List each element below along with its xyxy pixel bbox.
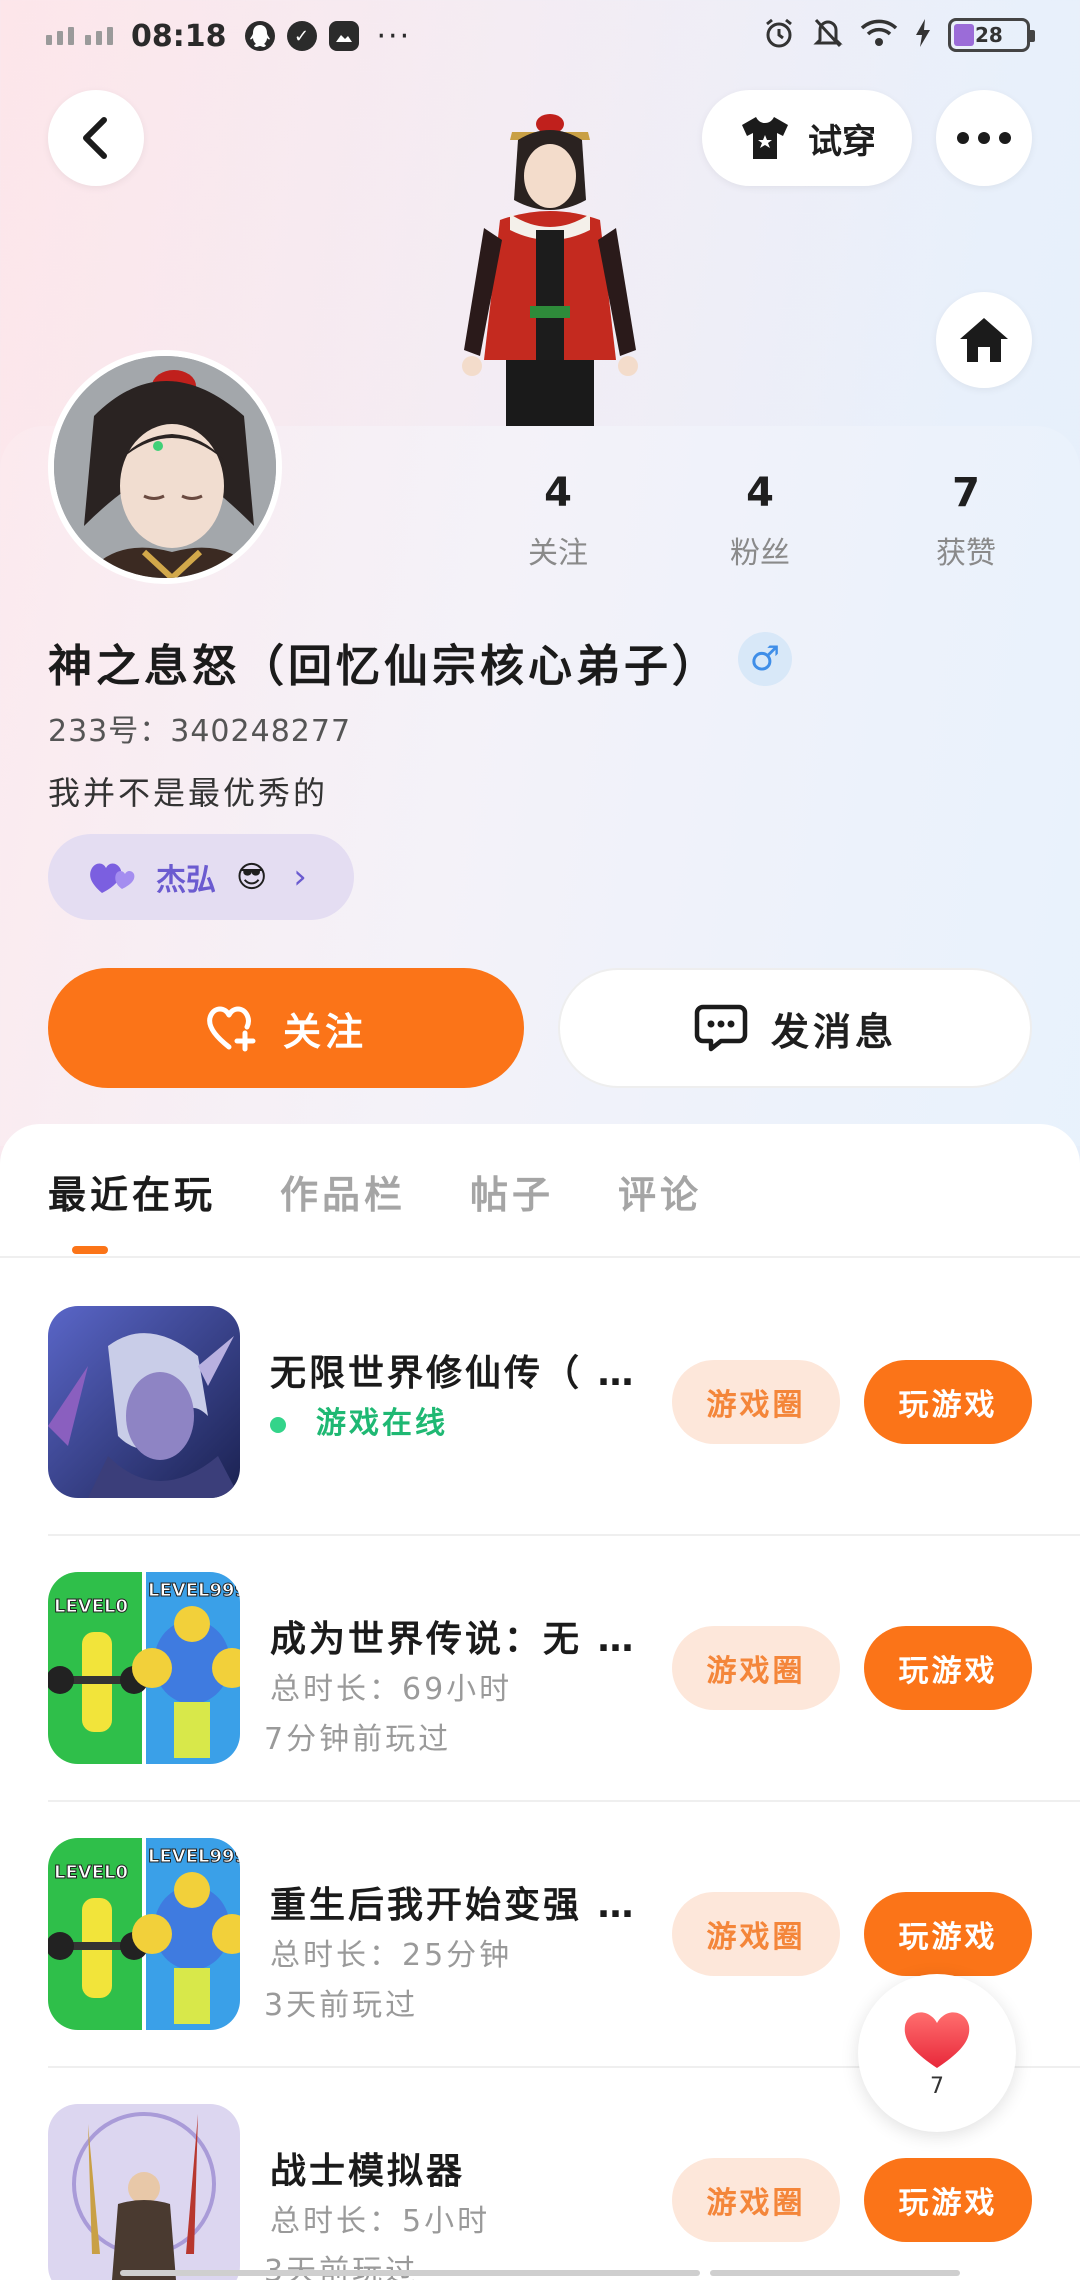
more-button[interactable] bbox=[936, 90, 1032, 186]
follow-label: 关注 bbox=[282, 1009, 367, 1054]
play-game-button[interactable]: 玩游戏 bbox=[864, 2158, 1032, 2242]
message-label: 发消息 bbox=[770, 1009, 897, 1054]
tab-comments[interactable]: 评论 bbox=[618, 1164, 702, 1254]
user-id[interactable]: 233号：340248277 bbox=[48, 706, 351, 750]
charging-icon bbox=[914, 18, 932, 52]
game-circle-button[interactable]: 游戏圈 bbox=[672, 2158, 840, 2242]
battery-icon: 28 bbox=[948, 18, 1035, 52]
like-count: 7 bbox=[930, 2073, 944, 2099]
shirt-icon bbox=[742, 117, 788, 159]
double-heart-icon bbox=[90, 863, 135, 893]
tab-recently-played[interactable]: 最近在玩 bbox=[48, 1164, 216, 1254]
row-divider bbox=[48, 1800, 1080, 1802]
signal-icon bbox=[46, 27, 113, 45]
send-message-button[interactable]: 发消息 bbox=[558, 968, 1032, 1088]
nickname: 神之息怒（回忆仙宗核心弟子） bbox=[48, 641, 720, 692]
gesture-bar bbox=[120, 2270, 960, 2276]
game-circle-button[interactable]: 游戏圈 bbox=[672, 1626, 840, 1710]
chat-bubble-icon bbox=[694, 1004, 748, 1052]
tab-works[interactable]: 作品栏 bbox=[280, 1164, 406, 1254]
check-circle-icon: ✓ bbox=[286, 21, 317, 51]
active-tab-indicator bbox=[72, 1246, 108, 1254]
tab-bar: 最近在玩 作品栏 帖子 评论 bbox=[48, 1164, 766, 1254]
online-dot-icon bbox=[270, 1416, 286, 1433]
mute-icon bbox=[812, 16, 844, 54]
game-title: 无限世界修仙传（ … bbox=[270, 1353, 637, 1394]
game-row[interactable]: LEVEL0 LEVEL999 成为世界传说：无 … 总时长：69小时 7分钟前… bbox=[48, 1572, 1080, 1838]
game-last-played: 3天前玩过 bbox=[264, 1988, 419, 2023]
play-game-button[interactable]: 玩游戏 bbox=[864, 1360, 1032, 1444]
gallery-icon bbox=[328, 21, 359, 51]
followers-stat[interactable]: 4 粉丝 bbox=[690, 470, 830, 572]
qq-icon bbox=[244, 21, 275, 51]
game-title: 成为世界传说：无 … bbox=[270, 1619, 637, 1660]
game-icon-2: LEVEL0 LEVEL999 bbox=[48, 1572, 240, 1764]
tab-posts[interactable]: 帖子 bbox=[470, 1164, 554, 1254]
following-stat[interactable]: 4 关注 bbox=[488, 470, 628, 572]
likes-label: 获赞 bbox=[936, 536, 996, 571]
followers-label: 粉丝 bbox=[730, 536, 790, 571]
game-icon-1 bbox=[48, 1306, 240, 1498]
likes-stat[interactable]: 7 获赞 bbox=[896, 470, 1036, 572]
game-icon-3: LEVEL0 LEVEL999 bbox=[48, 1838, 240, 2030]
svg-text:LEVEL999: LEVEL999 bbox=[148, 1580, 240, 1601]
status-bar: 08:18 ✓ ··· 28 bbox=[0, 0, 1080, 72]
stats-row: 4 关注 4 粉丝 7 获赞 bbox=[0, 470, 1080, 572]
sunglasses-emoji: 😎 bbox=[236, 859, 268, 895]
svg-text:LEVEL0: LEVEL0 bbox=[54, 1862, 128, 1883]
heart-plus-icon bbox=[207, 1006, 256, 1052]
row-divider bbox=[48, 1534, 1080, 1536]
play-game-button[interactable]: 玩游戏 bbox=[864, 1892, 1032, 1976]
tabs-divider bbox=[0, 1256, 1080, 1258]
game-last-played: 7分钟前玩过 bbox=[264, 1722, 452, 1757]
likes-count: 7 bbox=[952, 470, 980, 516]
game-playtime: 总时长：69小时 bbox=[270, 1672, 513, 1707]
alarm-icon bbox=[762, 16, 796, 54]
status-time: 08:18 bbox=[131, 18, 227, 54]
like-button[interactable]: 7 bbox=[858, 1974, 1016, 2132]
game-title: 重生后我开始变强 … bbox=[270, 1885, 637, 1926]
avatar-figure[interactable] bbox=[440, 110, 660, 426]
try-on-button[interactable]: 试穿 bbox=[702, 90, 912, 186]
chevron-right-icon: › bbox=[293, 857, 307, 897]
following-count: 4 bbox=[544, 470, 572, 516]
bio: 我并不是最优秀的 bbox=[48, 774, 329, 812]
chevron-left-icon bbox=[83, 117, 107, 159]
game-icon-4 bbox=[48, 2104, 240, 2280]
home-button[interactable] bbox=[936, 292, 1032, 388]
game-row[interactable]: 无限世界修仙传（ … 游戏在线 游戏圈 玩游戏 bbox=[48, 1306, 1080, 1572]
overflow-notifications-icon: ··· bbox=[376, 18, 412, 54]
game-playtime: 总时长：25分钟 bbox=[270, 1938, 513, 1973]
relation-name: 杰弘 bbox=[156, 863, 216, 898]
followers-count: 4 bbox=[746, 470, 774, 516]
game-circle-button[interactable]: 游戏圈 bbox=[672, 1360, 840, 1444]
more-dots-icon bbox=[957, 132, 1011, 144]
game-title: 战士模拟器 bbox=[270, 2151, 466, 2192]
battery-percent: 28 bbox=[975, 23, 1003, 47]
home-icon bbox=[960, 318, 1008, 362]
game-status: 游戏在线 bbox=[270, 1398, 448, 1442]
follow-button[interactable]: 关注 bbox=[48, 968, 524, 1088]
relation-pill[interactable]: 杰弘 😎 › bbox=[48, 834, 354, 920]
wifi-icon bbox=[860, 18, 898, 52]
svg-text:LEVEL999: LEVEL999 bbox=[148, 1846, 240, 1867]
heart-icon bbox=[904, 2011, 970, 2068]
game-playtime: 总时长：5小时 bbox=[270, 2204, 491, 2239]
play-game-button[interactable]: 玩游戏 bbox=[864, 1626, 1032, 1710]
game-circle-button[interactable]: 游戏圈 bbox=[672, 1892, 840, 1976]
try-on-label: 试穿 bbox=[808, 121, 876, 162]
following-label: 关注 bbox=[528, 536, 588, 571]
male-gender-icon: ♂ bbox=[738, 632, 792, 686]
svg-text:LEVEL0: LEVEL0 bbox=[54, 1596, 128, 1617]
back-button[interactable] bbox=[48, 90, 144, 186]
